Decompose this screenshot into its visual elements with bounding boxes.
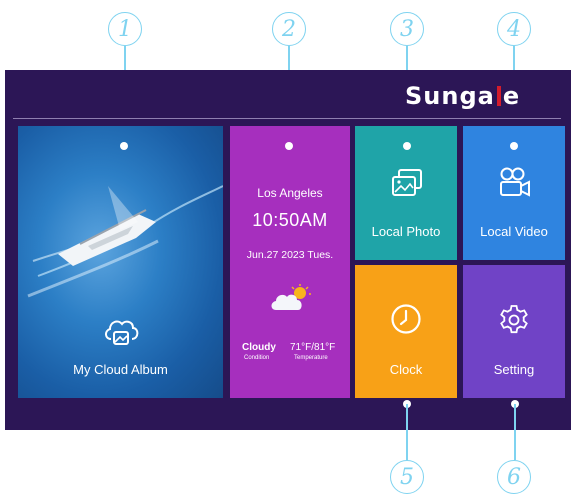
callout-6: 6: [497, 460, 531, 494]
clock-label: Clock: [389, 362, 423, 377]
brand-logo: Sunga e: [405, 82, 521, 110]
tile-setting[interactable]: Setting: [463, 265, 565, 398]
callout-3: 3: [390, 12, 424, 46]
tile-cloud-album[interactable]: My Cloud Album: [18, 126, 223, 398]
tile-weather[interactable]: Los Angeles 10:50AM Jun.27 2023 Tues. Cl…: [230, 126, 350, 398]
weather-temperature-label: Temperature: [294, 355, 328, 361]
weather-time: 10:50AM: [252, 210, 328, 230]
sailboat-image: [27, 185, 223, 298]
weather-temperature-value: 71°F/81°F: [290, 342, 336, 353]
gear-icon: [498, 304, 530, 341]
callout-4: 4: [497, 12, 531, 46]
photos-icon: [391, 168, 423, 203]
weather-condition-label: Condition: [244, 355, 270, 361]
weather-city: Los Angeles: [257, 186, 323, 200]
callout-4-dot: [510, 142, 518, 150]
local-photo-label: Local Photo: [371, 224, 441, 239]
callout-5: 5: [390, 460, 424, 494]
device-screen: Sunga e My Cloud Album Los Angeles 10:50A…: [5, 70, 571, 430]
setting-label: Setting: [493, 362, 535, 377]
local-video-label: Local Video: [480, 224, 548, 239]
header-divider: [13, 118, 561, 119]
clock-icon: [390, 303, 422, 340]
callout-3-dot: [403, 142, 411, 150]
callout-2-dot: [285, 142, 293, 150]
tile-clock[interactable]: Clock: [355, 265, 457, 398]
weather-date: Jun.27 2023 Tues.: [246, 249, 334, 261]
callout-1-dot: [120, 142, 128, 150]
callout-5-leader: [406, 404, 408, 460]
callout-6-leader: [514, 404, 516, 460]
cloud-photo-icon: [102, 315, 140, 354]
callout-1: 1: [108, 12, 142, 46]
weather-condition-value: Cloudy: [242, 342, 276, 353]
callout-2: 2: [272, 12, 306, 46]
cloud-album-label: My Cloud Album: [73, 362, 168, 377]
partly-cloudy-icon: [270, 284, 314, 317]
video-camera-icon: [498, 166, 532, 203]
